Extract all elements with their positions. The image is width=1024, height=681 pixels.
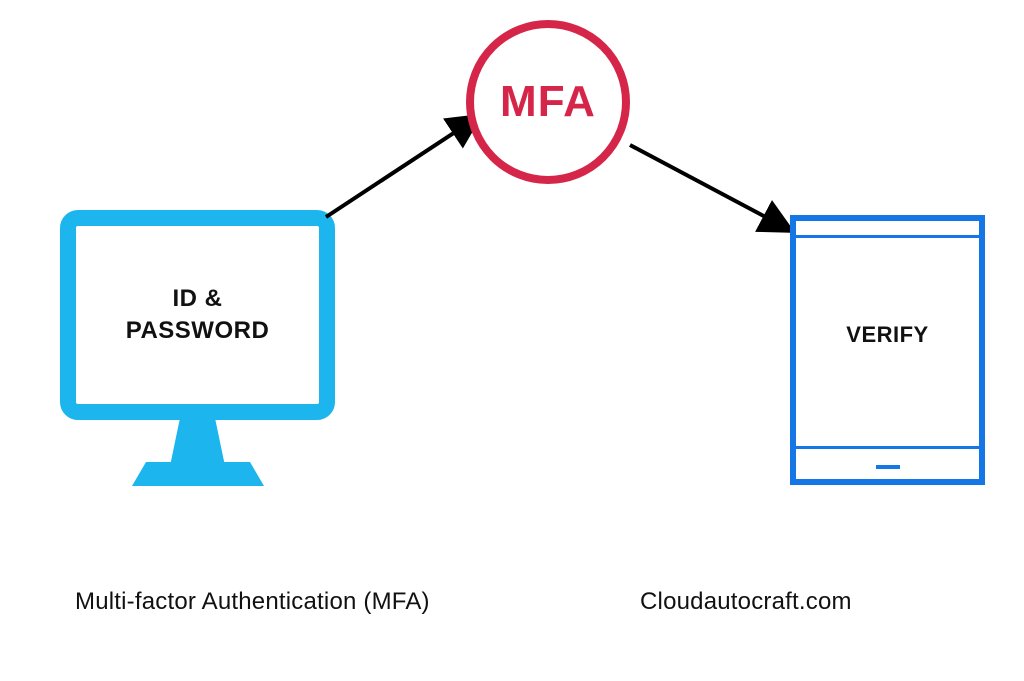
monitor-screen: ID & PASSWORD (60, 210, 335, 420)
monitor-neck (170, 418, 225, 466)
arrow-monitor-to-mfa (320, 105, 490, 225)
monitor-label: ID & PASSWORD (126, 283, 270, 348)
tablet-label: VERIFY (796, 221, 979, 449)
diagram-canvas: ID & PASSWORD MFA VERIFY (0, 0, 1024, 681)
tablet-icon: VERIFY (790, 215, 985, 485)
mfa-circle: MFA (466, 20, 630, 184)
tablet-home-indicator (876, 465, 900, 469)
monitor-icon: ID & PASSWORD (60, 210, 335, 500)
arrow-mfa-to-device (622, 135, 802, 245)
monitor-label-line2: PASSWORD (126, 317, 270, 344)
tablet-bottom-bar (796, 446, 979, 449)
monitor-base (132, 462, 264, 486)
caption-left: Multi-factor Authentication (MFA) (75, 588, 430, 616)
monitor-label-line1: ID & (173, 285, 223, 312)
mfa-label: MFA (500, 77, 596, 127)
caption-right: Cloudautocraft.com (640, 588, 852, 616)
